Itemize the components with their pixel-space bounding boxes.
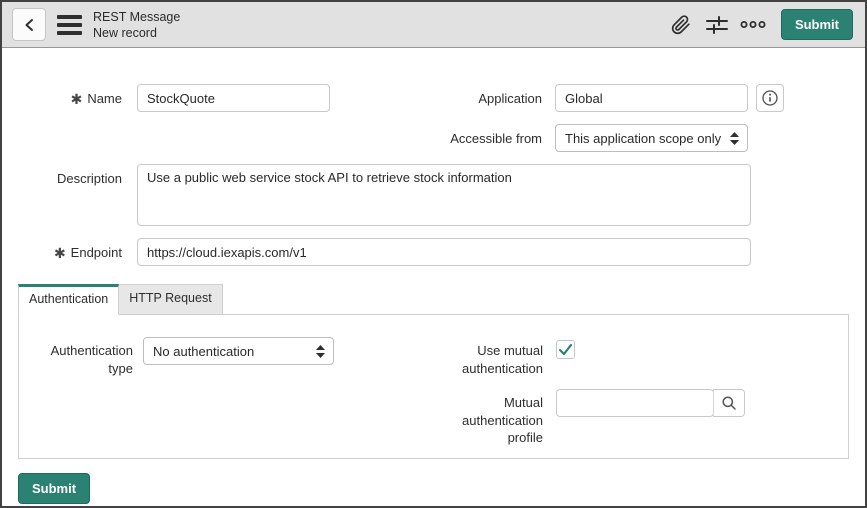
mutual-authentication-profile-input[interactable] bbox=[556, 389, 714, 418]
tab-authentication[interactable]: Authentication bbox=[18, 284, 120, 315]
name-label: ✱ Name bbox=[70, 91, 122, 107]
mutual-authentication-profile-label: Mutual authentication profile bbox=[462, 395, 543, 446]
accessible-from-select[interactable]: This application scope only bbox=[555, 124, 748, 152]
authentication-tab-panel: Authentication type No authentication Us… bbox=[18, 314, 849, 459]
form-footer: Submit bbox=[18, 473, 849, 504]
select-arrows-icon bbox=[316, 344, 325, 358]
endpoint-label: ✱ Endpoint bbox=[53, 245, 122, 261]
record-form: ✱ Name Application Accessible from This … bbox=[2, 48, 865, 266]
hamburger-icon[interactable] bbox=[57, 14, 82, 35]
form-header-bar: REST Message New record Submit bbox=[2, 2, 865, 48]
ellipsis-icon[interactable] bbox=[739, 11, 767, 39]
authentication-type-select[interactable]: No authentication bbox=[143, 337, 334, 365]
application-info-button[interactable] bbox=[756, 84, 784, 112]
record-type-title: REST Message bbox=[93, 9, 181, 24]
required-marker-icon: ✱ bbox=[70, 91, 83, 107]
row-accessible-from: Accessible from This application scope o… bbox=[18, 124, 849, 152]
row-endpoint: ✱ Endpoint bbox=[18, 238, 849, 266]
tab-http-request[interactable]: HTTP Request bbox=[119, 284, 223, 315]
application-label: Application bbox=[478, 91, 542, 106]
accessible-from-label: Accessible from bbox=[450, 131, 542, 146]
application-input bbox=[555, 84, 748, 112]
reference-lookup-button[interactable] bbox=[713, 389, 745, 418]
tab-bar: Authentication HTTP Request bbox=[18, 284, 849, 315]
required-marker-icon: ✱ bbox=[53, 245, 66, 261]
row-mutual-authentication-profile: Mutual authentication profile bbox=[349, 389, 848, 447]
select-arrows-icon bbox=[730, 131, 739, 145]
page-title: REST Message New record bbox=[93, 9, 180, 41]
submit-button-header[interactable]: Submit bbox=[780, 9, 853, 40]
use-mutual-authentication-checkbox[interactable] bbox=[556, 340, 575, 359]
sliders-icon[interactable] bbox=[703, 11, 731, 39]
row-name-application: ✱ Name Application bbox=[18, 84, 849, 112]
row-description: Description Use a public web service sto… bbox=[18, 164, 849, 226]
checkmark-icon bbox=[558, 343, 573, 356]
back-button[interactable] bbox=[12, 8, 46, 41]
name-input[interactable] bbox=[137, 84, 330, 112]
chevron-left-icon bbox=[23, 18, 36, 32]
row-use-mutual-authentication: Use mutual authentication bbox=[349, 337, 848, 377]
description-label: Description bbox=[56, 171, 122, 186]
paperclip-icon[interactable] bbox=[667, 11, 695, 39]
authentication-type-label: Authentication type bbox=[50, 343, 133, 376]
endpoint-input[interactable] bbox=[137, 238, 751, 266]
use-mutual-authentication-label: Use mutual authentication bbox=[462, 343, 543, 376]
submit-button-footer[interactable]: Submit bbox=[18, 473, 91, 504]
search-icon bbox=[721, 395, 737, 411]
description-textarea[interactable]: Use a public web service stock API to re… bbox=[137, 164, 751, 226]
record-subtitle: New record bbox=[93, 25, 157, 40]
info-icon bbox=[761, 89, 779, 107]
